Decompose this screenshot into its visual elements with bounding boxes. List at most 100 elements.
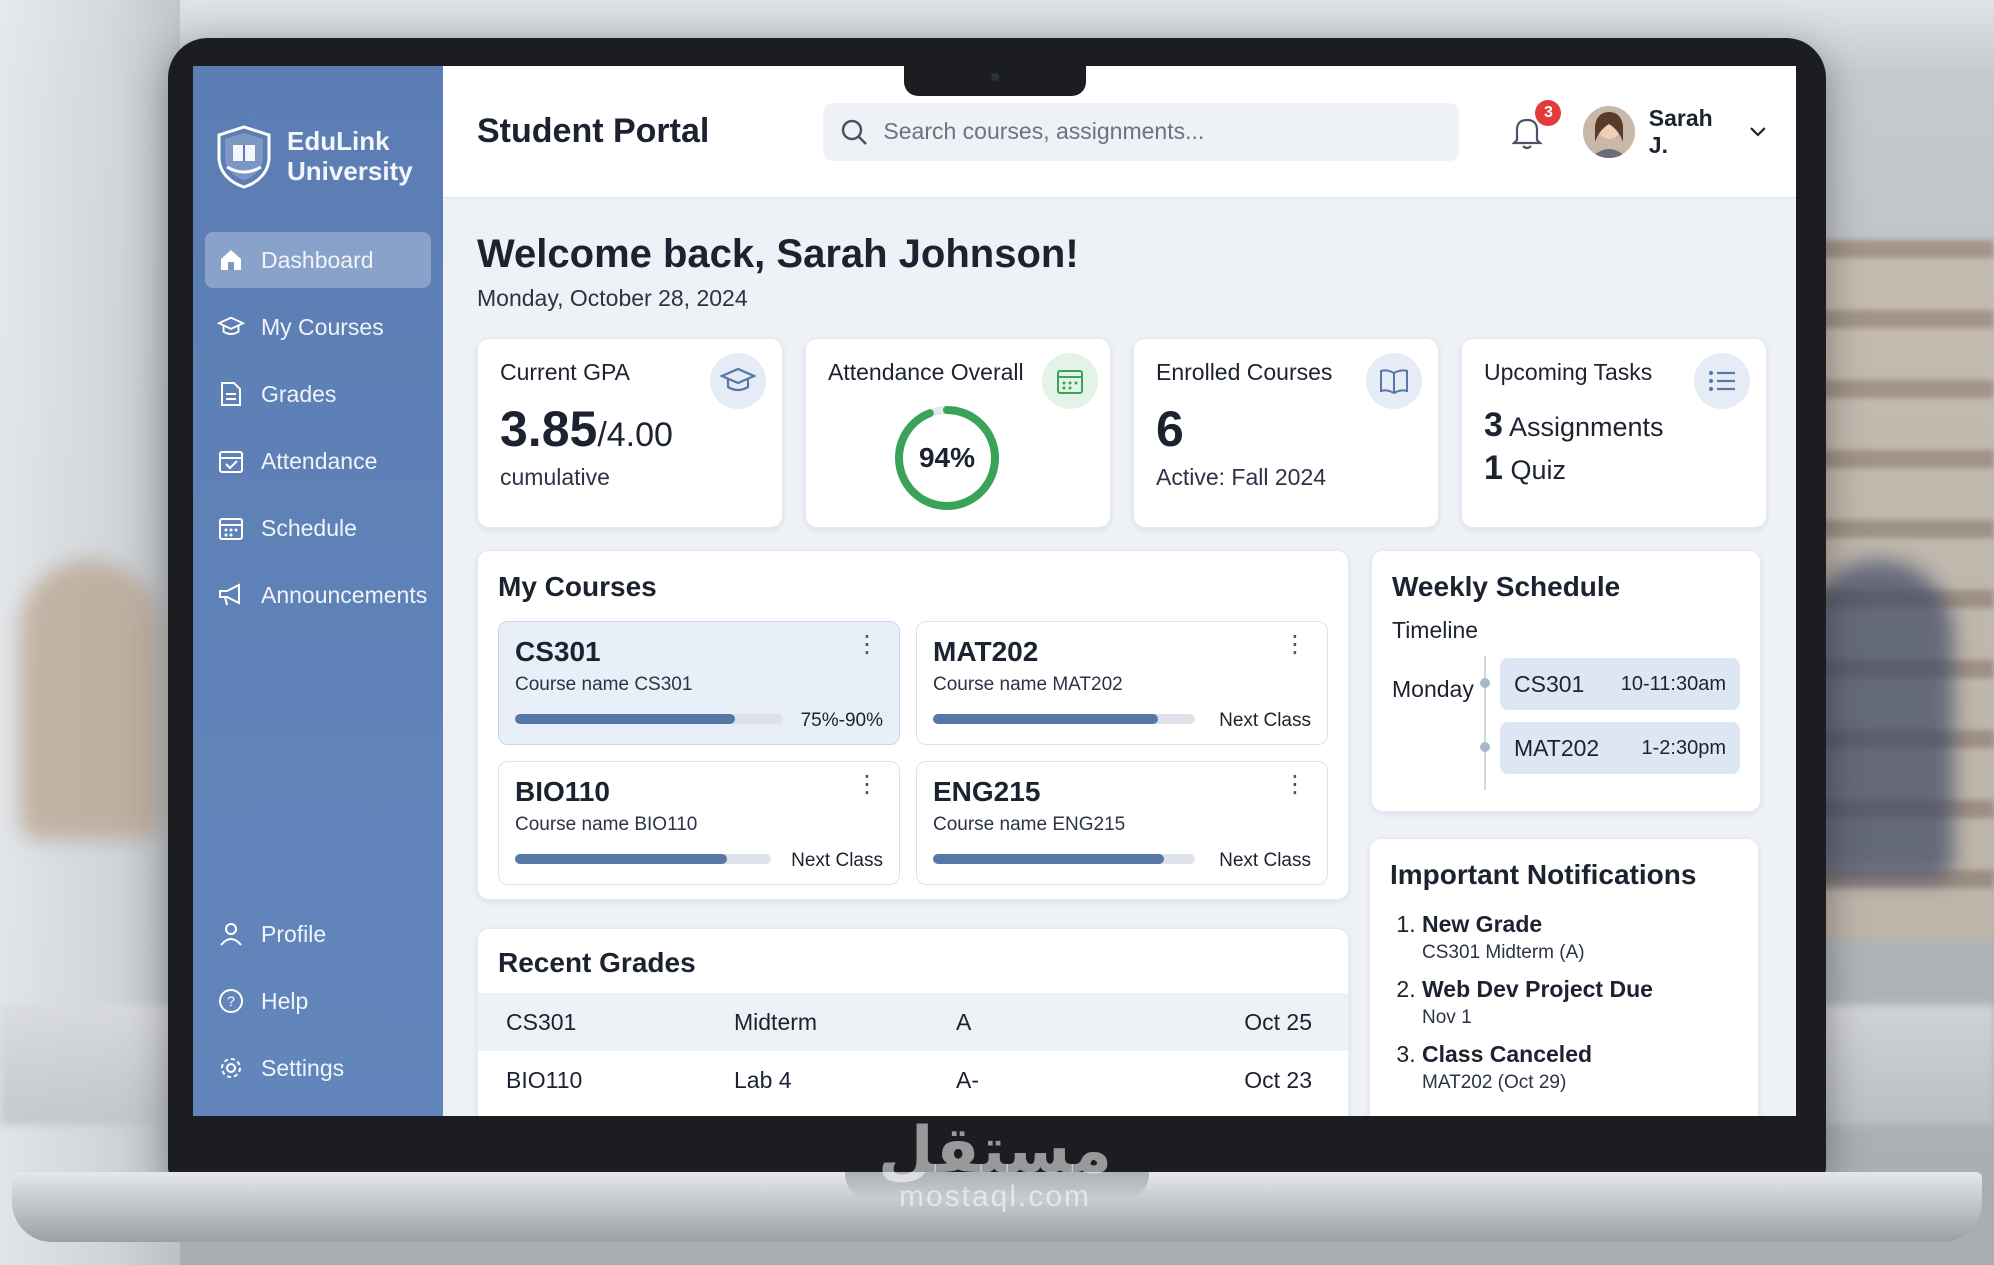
schedule-slot[interactable]: CS301 10-11:30am [1500, 658, 1740, 710]
sidebar-item-grades[interactable]: Grades [205, 366, 431, 422]
user-name: Sarah J. [1648, 104, 1713, 158]
sidebar: EduLink University Dashboard My Courses [193, 66, 443, 1116]
gpa-scale: /4.00 [597, 416, 673, 454]
sidebar-item-help[interactable]: ? Help [205, 973, 431, 1029]
list-item[interactable]: New Grade CS301 Midterm (A) [1422, 911, 1738, 964]
list-item[interactable]: Web Dev Project Due Nov 1 [1422, 976, 1738, 1029]
notifications-button[interactable]: 3 [1507, 99, 1562, 152]
sidebar-item-label: Help [261, 987, 309, 1014]
attendance-card[interactable]: Attendance Overall 94% [805, 338, 1111, 528]
course-name: Course name BIO110 [515, 814, 698, 835]
attendance-value: 94% [918, 442, 976, 473]
tasks-card[interactable]: Upcoming Tasks 3 Assignments 1 Quiz [1461, 338, 1767, 528]
search-icon [842, 119, 868, 145]
more-options-icon[interactable]: ⋮ [855, 633, 879, 657]
enrolled-value: 6 [1156, 401, 1184, 457]
grade-course: BIO110 [506, 1066, 583, 1093]
sidebar-item-label: My Courses [261, 313, 384, 340]
schedule-day: Monday [1392, 676, 1474, 702]
courses-title: My Courses [498, 571, 657, 602]
schedule-slot[interactable]: MAT202 1-2:30pm [1500, 722, 1740, 774]
timeline-dot [1480, 678, 1490, 688]
sidebar-item-label: Settings [261, 1054, 345, 1081]
schedule-timeline: Monday CS301 10-11:30am MAT202 1-2:30pm [1392, 656, 1740, 796]
table-row[interactable]: BIO110 Lab 4 A- Oct 23 [478, 1051, 1348, 1109]
brand[interactable]: EduLink University [193, 66, 443, 196]
current-date: Monday, October 28, 2024 [477, 285, 748, 311]
user-icon [217, 920, 245, 948]
notification-title: Class Canceled [1422, 1041, 1593, 1067]
grade-value: A [956, 1008, 972, 1035]
course-card-eng215[interactable]: ENG215 Course name ENG215 ⋮ Next Class [916, 761, 1328, 885]
megaphone-icon [217, 581, 245, 609]
course-status: Next Class [1219, 850, 1311, 871]
sidebar-item-settings[interactable]: Settings [205, 1040, 431, 1096]
sidebar-item-attendance[interactable]: Attendance [205, 433, 431, 489]
enrolled-sub: Active: Fall 2024 [1156, 464, 1327, 490]
grade-item: Lab 4 [734, 1066, 792, 1093]
course-card-cs301[interactable]: CS301 Course name CS301 ⋮ 75%-90% [498, 621, 900, 745]
graduation-cap-icon [710, 353, 766, 409]
calendar-icon [217, 514, 245, 542]
course-progress-bar [515, 714, 783, 724]
slot-course: CS301 [1514, 670, 1585, 697]
table-row[interactable]: CS301 Midterm A Oct 25 [478, 993, 1348, 1051]
sidebar-item-label: Announcements [261, 581, 428, 608]
sidebar-bottom-nav: Profile ? Help Settings [193, 906, 443, 1107]
watermark-arabic: مستقل [877, 1114, 1113, 1186]
enrolled-card[interactable]: Enrolled Courses 6 Active: Fall 2024 [1133, 338, 1439, 528]
chevron-down-icon [1750, 126, 1766, 137]
sidebar-item-label: Profile [261, 920, 327, 947]
more-options-icon[interactable]: ⋮ [1283, 633, 1307, 657]
avatar [1583, 105, 1635, 158]
weekly-schedule-panel: Weekly Schedule Timeline Monday CS301 10… [1371, 550, 1761, 812]
course-progress-fill [933, 714, 1159, 724]
sidebar-item-label: Attendance [261, 447, 378, 474]
gpa-value: 3.85 [500, 401, 598, 457]
brand-name-line1: EduLink [287, 126, 390, 156]
search-input[interactable] [883, 118, 1444, 145]
page-title: Student Portal [477, 112, 710, 150]
course-name: Course name CS301 [515, 674, 693, 695]
more-options-icon[interactable]: ⋮ [855, 773, 879, 797]
sidebar-item-label: Grades [261, 380, 337, 407]
tasks-assignments: 3 Assignments [1484, 406, 1664, 444]
course-card-bio110[interactable]: BIO110 Course name BIO110 ⋮ Next Class [498, 761, 900, 885]
recent-grades-panel: Recent Grades CS301 Midterm A Oct 25 BIO… [477, 928, 1349, 1116]
course-card-mat202[interactable]: MAT202 Course name MAT202 ⋮ Next Class [916, 621, 1328, 745]
screen: EduLink University Dashboard My Courses [193, 66, 1796, 1116]
notifications-list: New Grade CS301 Midterm (A) Web Dev Proj… [1390, 911, 1738, 1094]
sidebar-item-dashboard[interactable]: Dashboard [205, 232, 431, 288]
sidebar-nav: Dashboard My Courses Grades Attendance S… [193, 232, 443, 623]
course-progress-fill [515, 714, 735, 724]
notification-detail: CS301 Midterm (A) [1422, 942, 1585, 963]
sidebar-item-label: Dashboard [261, 246, 374, 273]
course-progress-fill [933, 854, 1164, 864]
sidebar-item-schedule[interactable]: Schedule [205, 500, 431, 556]
main-area: Student Portal 3 Sarah J. Welcome back, … [443, 66, 1796, 1116]
grade-item: Midterm [734, 1008, 818, 1035]
timeline-dot [1480, 742, 1490, 752]
more-options-icon[interactable]: ⋮ [1283, 773, 1307, 797]
search-bar[interactable] [823, 102, 1460, 161]
course-name: Course name ENG215 [933, 814, 1126, 835]
list-item[interactable]: Class Canceled MAT202 (Oct 29) [1422, 1041, 1738, 1094]
notifications-title: Important Notifications [1390, 859, 1697, 890]
course-progress-fill [515, 854, 728, 864]
watermark-latin: mostaql.com [898, 1180, 1092, 1213]
gpa-card[interactable]: Current GPA 3.85/4.00 cumulative [477, 338, 783, 528]
dashboard-content: Welcome back, Sarah Johnson! Monday, Oct… [443, 198, 1796, 934]
my-courses-panel: My Courses CS301 Course name CS301 ⋮ 75%… [477, 550, 1349, 900]
course-code: MAT202 [933, 636, 1039, 667]
course-progress-bar [515, 854, 771, 864]
gear-icon [217, 1054, 245, 1082]
graduation-cap-icon [217, 313, 245, 341]
help-icon: ? [217, 987, 245, 1015]
sidebar-item-announcements[interactable]: Announcements [205, 567, 431, 623]
user-menu[interactable]: Sarah J. [1583, 105, 1767, 159]
calendar-check-icon [217, 447, 245, 475]
notification-detail: Nov 1 [1422, 1007, 1472, 1028]
sidebar-item-my-courses[interactable]: My Courses [205, 299, 431, 355]
sidebar-item-profile[interactable]: Profile [205, 906, 431, 962]
calendar-icon [1042, 353, 1098, 409]
